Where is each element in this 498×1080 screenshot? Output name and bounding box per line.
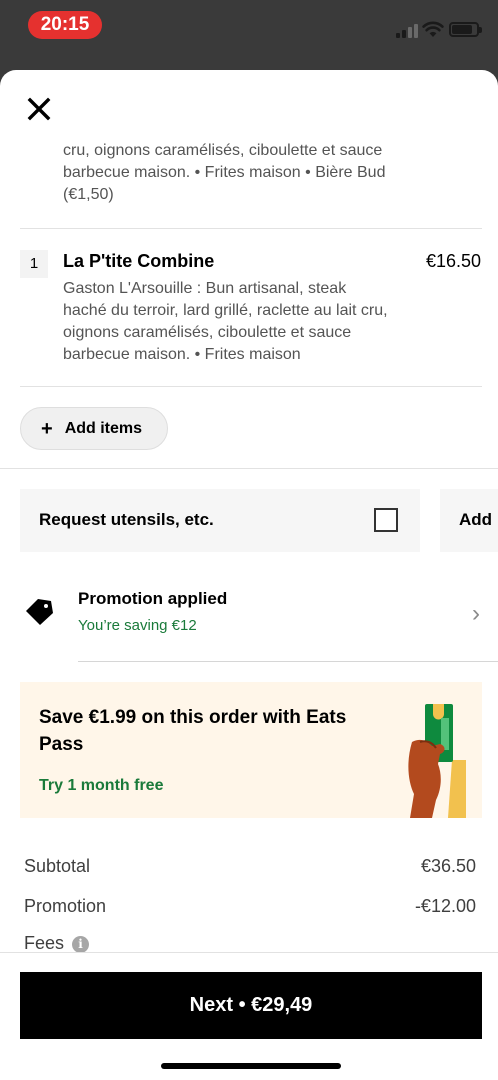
- battery-icon: [449, 22, 482, 37]
- tag-icon: [26, 599, 53, 625]
- home-indicator[interactable]: [161, 1063, 341, 1069]
- plus-icon: +: [41, 417, 53, 440]
- divider: [78, 661, 498, 662]
- promotion-savings: You’re saving €12: [78, 617, 197, 634]
- wifi-icon: [422, 21, 444, 37]
- utensils-checkbox[interactable]: [374, 508, 398, 532]
- request-utensils-option[interactable]: Request utensils, etc.: [20, 489, 420, 552]
- previous-item-description: cru, oignons caramélisés, ciboulette et …: [63, 142, 386, 203]
- cart-sheet: cru, oignons caramélisés, ciboulette et …: [0, 70, 498, 1080]
- status-bar: 20:15: [0, 0, 498, 60]
- info-icon[interactable]: i: [72, 936, 90, 953]
- subtotal-label: Subtotal: [24, 856, 91, 876]
- eats-pass-cta[interactable]: Try 1 month free: [39, 777, 163, 795]
- close-icon[interactable]: [22, 92, 56, 126]
- divider: [20, 228, 482, 229]
- chevron-right-icon: ›: [472, 600, 480, 627]
- cellular-signal-icon: [396, 24, 420, 38]
- add-option-label: Add: [459, 510, 493, 529]
- add-items-button[interactable]: + Add items: [20, 407, 168, 450]
- fees-label: Fees: [24, 933, 65, 953]
- status-time: 20:15: [28, 11, 102, 39]
- section-divider: [0, 468, 498, 469]
- promotion-value: -€12.00: [414, 896, 476, 916]
- add-items-label: Add items: [64, 419, 143, 437]
- eats-pass-title: Save €1.99 on this order with Eats Pass: [39, 707, 347, 755]
- subtotal-row: Subtotal €36.50: [24, 856, 476, 877]
- promotion-label: Promotion: [24, 896, 107, 916]
- item-quantity[interactable]: 1: [20, 250, 48, 278]
- request-utensils-label: Request utensils, etc.: [39, 510, 214, 529]
- add-option-card[interactable]: Add: [440, 489, 498, 552]
- hand-holding-pass-icon: [408, 704, 466, 818]
- fees-row: Fees i: [24, 933, 476, 954]
- promotion-title: Promotion applied: [78, 589, 228, 608]
- next-button[interactable]: Next • €29,49: [20, 972, 482, 1039]
- promotion-row[interactable]: Promotion applied You’re saving €12 ›: [0, 580, 498, 662]
- subtotal-value: €36.50: [420, 856, 476, 876]
- item-price: €16.50: [425, 251, 481, 271]
- divider: [20, 386, 482, 387]
- promotion-summary-row: Promotion -€12.00: [24, 896, 476, 917]
- item-title[interactable]: La P'tite Combine: [63, 251, 214, 272]
- eats-pass-banner[interactable]: Save €1.99 on this order with Eats Pass …: [20, 682, 482, 818]
- item-description: Gaston L'Arsouille : Bun artisanal, stea…: [63, 280, 388, 363]
